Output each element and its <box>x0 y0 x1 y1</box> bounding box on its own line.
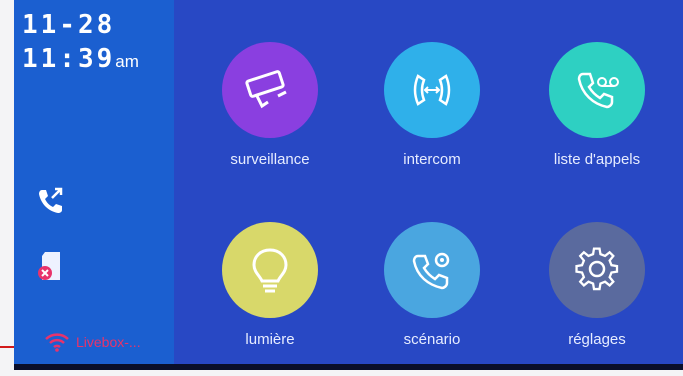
sd-card-error-icon[interactable] <box>36 250 66 282</box>
menu-item-call-log[interactable]: liste d'appels <box>522 42 672 168</box>
time-display: 11:39am <box>22 44 139 74</box>
scenario-icon <box>412 252 450 290</box>
time-ampm: am <box>115 52 139 71</box>
light-label: lumière <box>245 331 295 348</box>
menu-item-light[interactable]: lumière <box>195 222 345 348</box>
time-value: 11:39 <box>22 44 116 74</box>
status-sidebar: 11-28 11:39am Livebox-... <box>14 0 174 364</box>
call-log-icon <box>577 72 619 109</box>
call-transfer-icon[interactable] <box>36 186 66 216</box>
intercom-icon <box>413 74 451 106</box>
device-screen: 11-28 11:39am Livebox-... surveillance i… <box>14 0 683 370</box>
light-button[interactable] <box>222 222 318 318</box>
scenario-label: scénario <box>403 331 461 348</box>
settings-label: réglages <box>568 331 626 348</box>
camera-icon <box>245 70 287 109</box>
surveillance-label: surveillance <box>230 151 310 168</box>
wifi-icon <box>45 333 69 352</box>
wifi-network-label: Livebox-... <box>76 334 141 350</box>
lightbulb-icon <box>252 248 288 293</box>
settings-icon <box>575 247 619 291</box>
menu-item-intercom[interactable]: intercom <box>357 42 507 168</box>
main-menu: surveillance intercom liste d'appels lum… <box>174 0 683 364</box>
call-log-label: liste d'appels <box>553 151 641 168</box>
menu-item-surveillance[interactable]: surveillance <box>195 42 345 168</box>
wifi-status[interactable]: Livebox-... <box>44 332 141 352</box>
surveillance-button[interactable] <box>222 42 318 138</box>
settings-button[interactable] <box>549 222 645 318</box>
menu-item-settings[interactable]: réglages <box>522 222 672 348</box>
intercom-label: intercom <box>403 151 461 168</box>
scenario-button[interactable] <box>384 222 480 318</box>
menu-item-scenario[interactable]: scénario <box>357 222 507 348</box>
date-display: 11-28 <box>22 10 116 40</box>
intercom-button[interactable] <box>384 42 480 138</box>
call-log-button[interactable] <box>549 42 645 138</box>
